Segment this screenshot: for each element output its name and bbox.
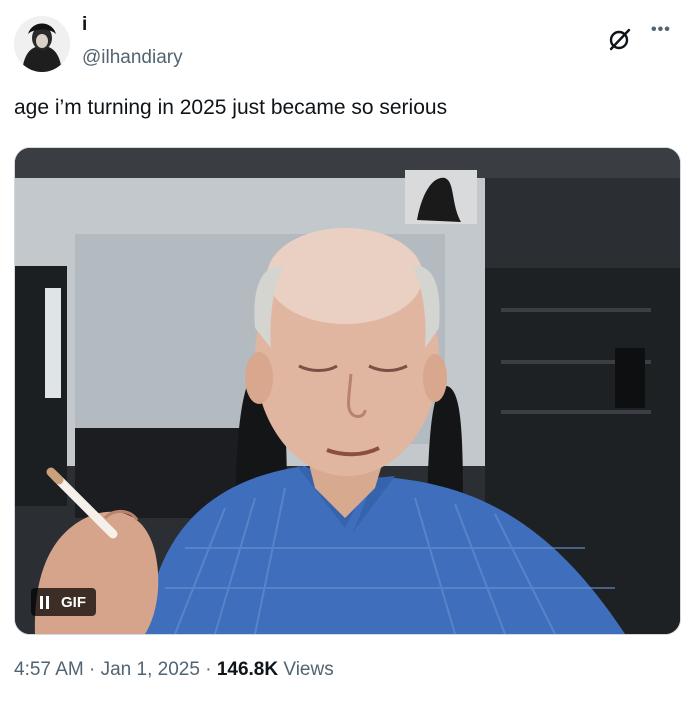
tweet-date[interactable]: Jan 1, 2025 [101, 659, 200, 680]
author-handle[interactable]: @ilhandiary [82, 47, 183, 69]
pause-icon[interactable] [40, 595, 49, 609]
views-count: 146.8K [216, 659, 279, 680]
tweet-media-gif[interactable] [14, 147, 681, 635]
tweet-time[interactable]: 4:57 AM [14, 659, 84, 680]
tweet-meta: 4:57 AM · Jan 1, 2025 · 146.8K Views [14, 659, 334, 681]
meta-separator: · [205, 659, 212, 680]
tweet-text: age i’m turning in 2025 just became so s… [14, 96, 448, 119]
avatar[interactable] [14, 16, 70, 72]
views-label: Views [283, 659, 334, 680]
grok-icon[interactable] [607, 26, 633, 52]
author-display-name[interactable]: i [82, 14, 87, 36]
more-icon[interactable]: ••• [651, 22, 677, 49]
gif-badge[interactable]: GIF [31, 588, 96, 616]
meta-separator: · [89, 659, 96, 680]
gif-label: GIF [61, 593, 86, 611]
